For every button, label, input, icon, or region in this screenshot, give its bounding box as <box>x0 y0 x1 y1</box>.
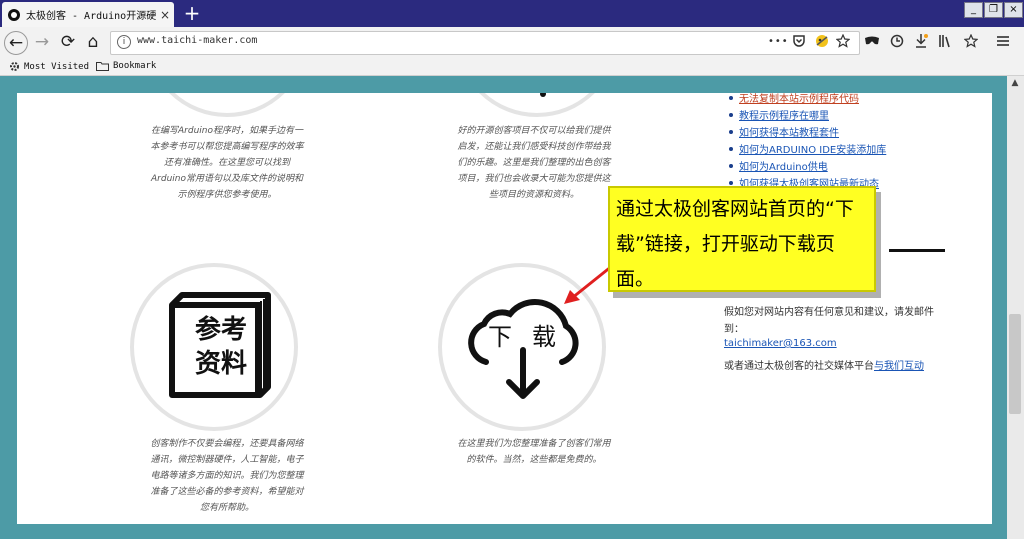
bullet-icon <box>729 95 733 100</box>
minimize-button[interactable]: _ <box>964 2 983 18</box>
cloud-download-icon: 下 载 <box>462 296 584 404</box>
desc-line: 好的开源创客项目不仅可以给我们提供 <box>457 126 611 136</box>
history-clock-icon[interactable] <box>890 34 904 48</box>
desc-line: 还有准确性。在这里您可以找到 <box>163 158 290 168</box>
back-button[interactable]: ← <box>4 31 28 55</box>
list-item: 教程示例程序在哪里 <box>729 106 886 123</box>
bookmark-folder[interactable]: Bookmark <box>96 61 156 71</box>
list-item: 如何为ARDUINO IDE安装添加库 <box>729 140 886 157</box>
desc-line: 项目，我们也会收录大可能为您提供这 <box>457 174 611 184</box>
faq-link[interactable]: 教程示例程序在哪里 <box>739 107 829 122</box>
desc-line: 准备了这些必备的参考资料，希望能对 <box>150 487 304 497</box>
web-page: 在编写Arduino程序时，如果手边有一 本参考书可以帮您提高编写程序的效率 还… <box>17 93 992 524</box>
extension-icon[interactable] <box>814 33 830 49</box>
materials-description: 创客制作不仅要会编程，还要具备网络 通讯，微控制器硬件，人工智能，电子 电路等诸… <box>122 436 332 516</box>
bullet-icon <box>729 112 733 117</box>
vertical-scrollbar[interactable] <box>1007 76 1024 539</box>
desc-line: 您有所帮助。 <box>199 503 254 513</box>
home-button[interactable]: ⌂ <box>81 30 105 54</box>
book-icon: 参考 资料 <box>164 291 274 399</box>
url-text[interactable]: www.taichi-maker.com <box>137 35 257 46</box>
tab-active[interactable]: 太极创客 - Arduino开源硬件 × <box>2 2 174 27</box>
faq-link-list: 无法复制本站示例程序代码 教程示例程序在哪里 如何获得本站教程套件 如何为ARD… <box>729 93 886 191</box>
bookmark-star-icon[interactable] <box>836 34 850 48</box>
page-actions-icon[interactable]: ••• <box>768 36 789 47</box>
social-text: 或者通过太极创客的社交媒体平台 <box>724 361 874 372</box>
feedback-text-line2: 到： <box>724 324 744 335</box>
cloud-label-2: 载 <box>532 323 556 351</box>
book-label-2: 资料 <box>194 349 247 379</box>
desc-line: 启发，还能让我们感受科技创作带给我 <box>457 142 611 152</box>
download-description: 在这里我们为您整理准备了创客们常用 的软件。当然，这些都是免费的。 <box>429 436 639 468</box>
email-link[interactable]: taichimaker@163.com <box>724 338 837 349</box>
desc-line: 示例程序供您参考使用。 <box>177 190 277 200</box>
site-favicon-icon <box>8 8 20 21</box>
list-item: 如何为Arduino供电 <box>729 157 886 174</box>
bullet-icon <box>729 146 733 151</box>
desc-line: 电路等诸多方面的知识。我们为您整理 <box>150 471 304 481</box>
reference-top-circle[interactable] <box>145 93 309 117</box>
library-icon[interactable] <box>938 34 952 48</box>
desc-line: Arduino常用语句以及库文件的说明和 <box>151 174 303 184</box>
social-link[interactable]: 与我们互动 <box>874 361 924 372</box>
desc-line: 在这里我们为您整理准备了创客们常用 <box>457 439 611 449</box>
desc-line: 在编写Arduino程序时，如果手边有一 <box>151 126 303 136</box>
cloud-shape-icon <box>468 299 579 399</box>
pocket-icon[interactable] <box>792 34 806 48</box>
scrollbar-thumb[interactable] <box>1009 314 1021 414</box>
book-label-1: 参考 <box>194 315 247 345</box>
new-tab-button[interactable]: + <box>182 2 202 24</box>
tab-title: 太极创客 - Arduino开源硬件 <box>26 11 156 22</box>
downloads-icon[interactable] <box>914 33 928 49</box>
reload-button[interactable]: ⟳ <box>56 30 80 54</box>
social-line: 或者通过太极创客的社交媒体平台与我们互动 <box>724 354 924 373</box>
info-icon[interactable]: i <box>117 35 131 49</box>
faq-link[interactable]: 如何获得本站教程套件 <box>739 124 839 139</box>
desc-line: 本参考书可以帮您提高编写程序的效率 <box>150 142 304 152</box>
private-mask-icon[interactable] <box>864 35 880 47</box>
desc-line: 的软件。当然，这些都是免费的。 <box>466 455 602 465</box>
bookmark-label: Most Visited <box>24 61 90 72</box>
desc-line: 通讯，微控制器硬件，人工智能，电子 <box>150 455 304 465</box>
annotation-callout: 通过太极创客网站首页的“下载”链接，打开驱动下载页面。 <box>608 186 876 292</box>
divider-line <box>889 249 945 252</box>
list-item: 如何获得本站教程套件 <box>729 123 886 140</box>
bullet-icon <box>729 163 733 168</box>
forward-button[interactable]: → <box>30 30 54 54</box>
faq-link[interactable]: 无法复制本站示例程序代码 <box>739 93 859 105</box>
list-item: 无法复制本站示例程序代码 <box>729 93 886 106</box>
projects-top-circle[interactable] <box>455 93 619 117</box>
bookmark-label: Bookmark <box>113 61 157 71</box>
bookmark-most-visited[interactable]: Most Visited <box>9 61 89 72</box>
desc-line: 们的乐趣。这里是我们整理的出色创客 <box>457 158 611 168</box>
feedback-text-line1: 假如您对网站内容有任何意见和建议，请发邮件 <box>724 307 934 318</box>
synced-star-icon[interactable] <box>964 34 978 48</box>
faq-link[interactable]: 如何为Arduino供电 <box>739 158 828 173</box>
bullet-icon <box>729 129 733 134</box>
gear-icon <box>10 62 19 71</box>
desc-line: 创客制作不仅要会编程，还要具备网络 <box>150 439 304 449</box>
tab-close-icon[interactable]: × <box>160 8 170 22</box>
restore-button[interactable]: ❐ <box>984 2 1003 18</box>
scroll-up-arrow-icon[interactable]: ▲ <box>1009 78 1021 90</box>
bullet-icon <box>729 180 733 185</box>
close-window-button[interactable]: × <box>1004 2 1023 18</box>
reference-description: 在编写Arduino程序时，如果手边有一 本参考书可以帮您提高编写程序的效率 还… <box>122 123 332 203</box>
hamburger-menu-icon[interactable] <box>996 35 1010 47</box>
folder-icon <box>96 62 109 71</box>
faq-link[interactable]: 如何为ARDUINO IDE安装添加库 <box>739 141 886 156</box>
cloud-label-1: 下 <box>488 323 512 351</box>
